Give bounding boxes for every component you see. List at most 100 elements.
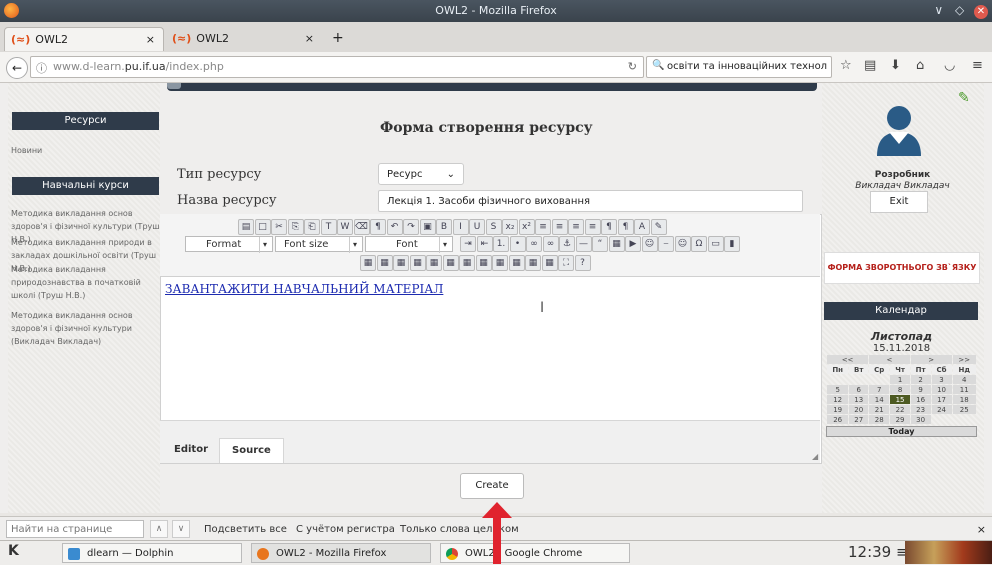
pagebreak-icon[interactable]: ⎯ xyxy=(658,236,674,252)
numbered-list-icon[interactable]: 1. xyxy=(493,236,509,252)
calendar-day[interactable]: 15 xyxy=(890,395,910,404)
tab-owl2[interactable]: (≈) OWL2 × xyxy=(166,27,322,51)
copy-icon[interactable]: ⎘ xyxy=(287,219,304,235)
fullscreen-icon[interactable]: ⛶ xyxy=(558,255,574,271)
paragraph-icon[interactable]: ¶ xyxy=(370,219,386,235)
calendar-day[interactable]: 22 xyxy=(890,405,910,414)
table-props-icon[interactable]: ▦ xyxy=(541,255,558,271)
calendar-day[interactable]: 24 xyxy=(931,405,952,414)
calendar-day[interactable]: 27 xyxy=(849,415,869,424)
create-button[interactable]: Create xyxy=(460,473,524,499)
calendar-day[interactable]: 19 xyxy=(827,405,849,414)
download-icon[interactable]: ⬇ xyxy=(890,58,901,73)
unlink-icon[interactable]: ∞ xyxy=(526,236,542,252)
prev-month-button[interactable]: < xyxy=(869,355,910,364)
edit-pencil-icon[interactable]: ✎ xyxy=(958,90,970,106)
calendar-day[interactable]: 9 xyxy=(910,385,931,394)
row-delete-icon[interactable]: ▦ xyxy=(409,255,426,271)
pocket-icon[interactable]: ◡ xyxy=(944,58,955,73)
calendar-day[interactable]: 26 xyxy=(827,415,849,424)
rtl-icon[interactable]: ¶ xyxy=(617,219,634,235)
resize-handle-icon[interactable]: ◢ xyxy=(812,452,818,461)
maximize-icon[interactable]: ◇ xyxy=(955,3,964,17)
anchor-icon[interactable]: ⚓ xyxy=(559,236,575,252)
outdent-icon[interactable]: ⇤ xyxy=(476,236,493,252)
bold-icon[interactable]: B xyxy=(436,219,452,235)
calendar-day[interactable]: 28 xyxy=(869,415,890,424)
calendar-day[interactable]: 5 xyxy=(827,385,849,394)
search-input[interactable]: 🔍 освіти та інноваційних технологій → xyxy=(646,56,832,78)
tab-source[interactable]: Source xyxy=(219,438,284,463)
bullet-list-icon[interactable]: • xyxy=(509,236,526,252)
cut-icon[interactable]: ✂ xyxy=(271,219,287,235)
calendar-day[interactable]: 6 xyxy=(849,385,869,394)
image-icon[interactable]: ▣ xyxy=(419,219,436,235)
split-icon[interactable]: ▦ xyxy=(492,255,508,271)
calendar-day[interactable]: 8 xyxy=(890,385,910,394)
format-dropdown[interactable]: Format ▾ xyxy=(185,236,273,253)
find-previous-icon[interactable]: ∧ xyxy=(150,520,168,538)
emoticon-icon[interactable]: ☺ xyxy=(641,236,658,252)
next-month-button[interactable]: > xyxy=(910,355,952,364)
calendar-day[interactable]: 11 xyxy=(952,385,976,394)
col-after-icon[interactable]: ▦ xyxy=(442,255,459,271)
bg-color-icon[interactable]: ✎ xyxy=(650,219,667,235)
calendar-day[interactable]: 12 xyxy=(827,395,849,404)
underline-icon[interactable]: U xyxy=(469,219,485,235)
resource-name-input[interactable]: Лекція 1. Засоби фізичного виховання xyxy=(378,190,803,212)
new-doc-icon[interactable]: □ xyxy=(254,219,271,235)
table-icon[interactable]: ▦ xyxy=(608,236,625,252)
paste-text-icon[interactable]: T xyxy=(320,219,337,235)
align-center-icon[interactable]: ≡ xyxy=(551,219,568,235)
collapse-handle[interactable] xyxy=(167,83,181,89)
match-case-option[interactable]: С учётом регистра xyxy=(296,524,395,535)
font-dropdown[interactable]: Font ▾ xyxy=(365,236,453,253)
exit-button[interactable]: Exit xyxy=(870,191,928,213)
calendar-day[interactable]: 4 xyxy=(952,375,976,384)
row-before-icon[interactable]: ▦ xyxy=(376,255,393,271)
iframe-icon[interactable]: ▮ xyxy=(724,236,740,252)
calendar-day[interactable]: 13 xyxy=(849,395,869,404)
save-icon[interactable]: ▤ xyxy=(238,219,254,235)
font-size-dropdown[interactable]: Font size ▾ xyxy=(275,236,363,253)
calendar-day[interactable]: 18 xyxy=(952,395,976,404)
upload-material-link[interactable]: ЗАВАНТАЖИТИ НАВЧАЛЬНИЙ МАТЕРІАЛ xyxy=(165,282,443,296)
undo-icon[interactable]: ↶ xyxy=(386,219,403,235)
chevron-down-icon[interactable]: ∨ xyxy=(934,3,943,17)
bookmark-star-icon[interactable]: ☆ xyxy=(840,58,852,73)
table-insert-icon[interactable]: ▦ xyxy=(360,255,376,271)
calendar-day[interactable]: 14 xyxy=(869,395,890,404)
home-icon[interactable]: ⌂ xyxy=(916,58,924,73)
calendar-day[interactable]: 1 xyxy=(890,375,910,384)
align-left-icon[interactable]: ≡ xyxy=(535,219,551,235)
ltr-icon[interactable]: ¶ xyxy=(601,219,617,235)
task-firefox[interactable]: OWL2 - Mozilla Firefox xyxy=(251,543,431,563)
paste-icon[interactable]: ⎗ xyxy=(304,219,320,235)
course-link[interactable]: Методика викладання природознавства в по… xyxy=(11,263,161,302)
tab-owl2-active[interactable]: (≈) OWL2 × xyxy=(4,27,164,51)
info-icon[interactable]: ⓘ xyxy=(36,60,47,76)
close-tab-icon[interactable]: × xyxy=(146,28,155,52)
smiley-icon[interactable]: ☺ xyxy=(674,236,691,252)
justify-icon[interactable]: ≡ xyxy=(584,219,601,235)
calendar-day[interactable]: 2 xyxy=(910,375,931,384)
paste-word-icon[interactable]: W xyxy=(337,219,353,235)
kde-menu-icon[interactable]: K xyxy=(8,543,19,559)
calendar-day[interactable]: 7 xyxy=(869,385,890,394)
row-after-icon[interactable]: ▦ xyxy=(393,255,409,271)
merge-icon[interactable]: ▦ xyxy=(475,255,492,271)
flash-icon[interactable]: ▭ xyxy=(707,236,724,252)
close-window-icon[interactable]: ✕ xyxy=(974,5,988,19)
col-delete-icon[interactable]: ▦ xyxy=(459,255,475,271)
calendar-day[interactable]: 20 xyxy=(849,405,869,414)
indent-icon[interactable]: ⇥ xyxy=(460,236,476,252)
hr-icon[interactable]: — xyxy=(575,236,592,252)
calendar-day[interactable]: 16 xyxy=(910,395,931,404)
task-chrome[interactable]: OWL2 - Google Chrome xyxy=(440,543,630,563)
highlight-all-option[interactable]: Подсветить все xyxy=(204,524,287,535)
help-icon[interactable]: ? xyxy=(574,255,591,271)
subscript-icon[interactable]: x₂ xyxy=(502,219,518,235)
strike-icon[interactable]: S xyxy=(485,219,502,235)
calendar-day[interactable]: 25 xyxy=(952,405,976,414)
new-tab-button[interactable]: + xyxy=(326,27,350,51)
